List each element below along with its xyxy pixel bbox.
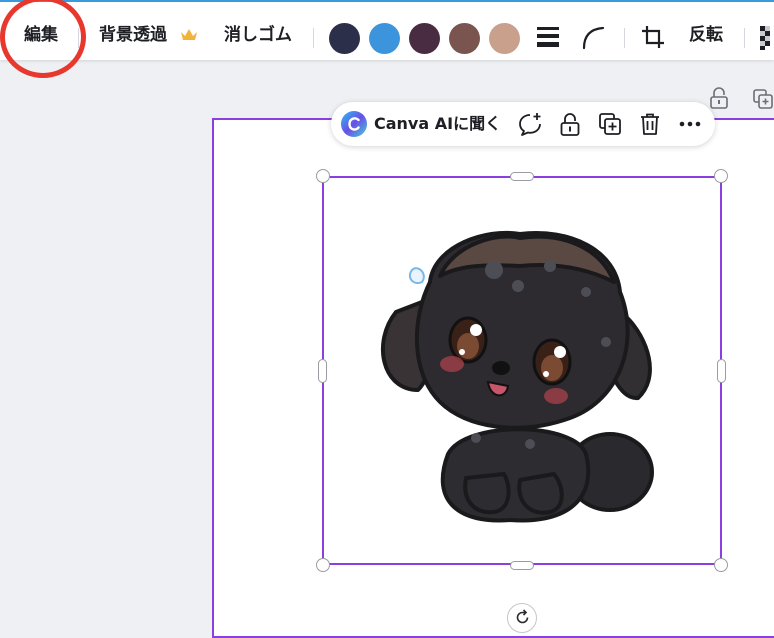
swatch-blue[interactable] [369, 23, 400, 54]
swatch-brown[interactable] [449, 23, 480, 54]
black-poodle-puppy-illustration[interactable] [370, 222, 670, 528]
resize-handle-bottom-right[interactable] [714, 558, 728, 572]
resize-handle-top-left[interactable] [316, 169, 330, 183]
resize-handle-top[interactable] [510, 172, 534, 181]
toolbar-divider [624, 28, 625, 48]
comment-add-icon[interactable] [517, 111, 543, 137]
line-weight-icon[interactable] [533, 22, 563, 52]
eraser-button[interactable]: 消しゴム [224, 2, 292, 60]
duplicate-icon[interactable] [597, 111, 623, 137]
canva-ai-logo-icon[interactable] [341, 111, 367, 137]
corner-rounding-icon[interactable] [578, 22, 608, 52]
resize-handle-top-right[interactable] [714, 169, 728, 183]
toolbar-divider [313, 28, 314, 48]
rotate-handle[interactable] [507, 603, 537, 633]
premium-crown-icon [181, 29, 197, 40]
more-icon[interactable] [677, 111, 703, 137]
crop-icon[interactable] [638, 22, 668, 52]
annotation-circle [0, 0, 86, 78]
resize-handle-bottom-left[interactable] [316, 558, 330, 572]
rotate-icon[interactable] [514, 609, 531, 626]
background-remove-button[interactable]: 背景透過 [99, 2, 167, 60]
toolbar-divider [744, 28, 745, 48]
page-duplicate-icon[interactable] [752, 88, 774, 110]
ask-canva-ai-button[interactable]: Canva AIに聞く [374, 102, 501, 146]
resize-handle-bottom[interactable] [510, 561, 534, 570]
swatch-tan[interactable] [489, 23, 520, 54]
trash-icon[interactable] [637, 111, 663, 137]
lock-icon[interactable] [557, 111, 583, 137]
page-lock-icon[interactable] [708, 86, 730, 110]
image-edit-toolbar: 編集 背景透過 消しゴム 反転 [0, 2, 774, 60]
resize-handle-left[interactable] [318, 359, 327, 383]
transparency-icon[interactable] [758, 22, 774, 52]
swatch-navy[interactable] [329, 23, 360, 54]
resize-handle-right[interactable] [717, 359, 726, 383]
flip-button[interactable]: 反転 [689, 2, 723, 60]
element-floating-toolbar: Canva AIに聞く [331, 102, 715, 146]
swatch-plum[interactable] [409, 23, 440, 54]
